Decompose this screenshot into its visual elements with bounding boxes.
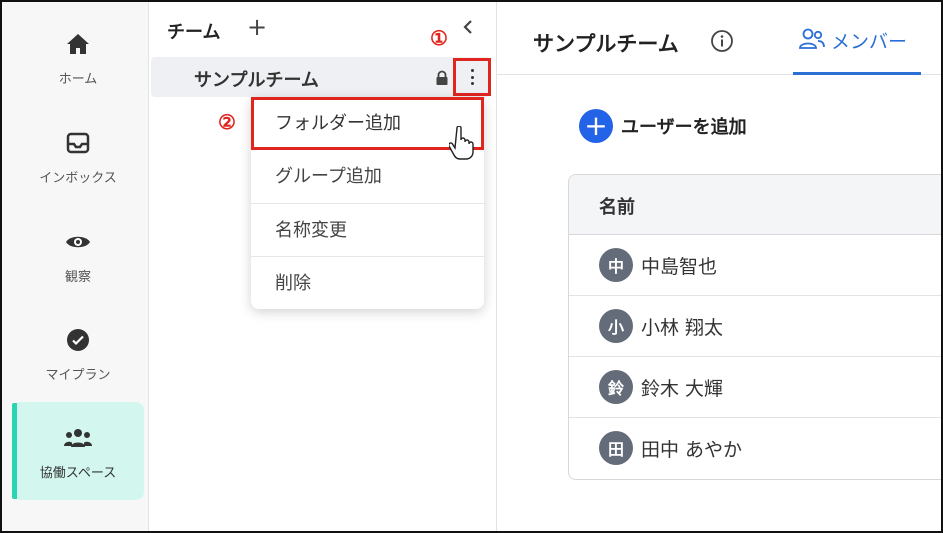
- table-row[interactable]: 田 田中 あやか: [569, 418, 941, 479]
- nav-item-label: インボックス: [39, 171, 117, 186]
- nav-item-label: ホーム: [58, 72, 98, 87]
- team-menu-button[interactable]: [453, 58, 491, 96]
- tree-item-team[interactable]: サンプルチーム: [151, 57, 491, 97]
- team-name: サンプルチーム: [194, 70, 319, 91]
- member-name: 小林 翔太: [641, 317, 724, 339]
- collapse-panel-button[interactable]: [462, 18, 476, 36]
- avatar: 中: [599, 248, 633, 282]
- main-panel: サンプルチーム メンバー + ユーザーを追加 名前 中 中島智也 小 小林 翔太: [497, 2, 941, 531]
- avatar: 田: [599, 431, 633, 465]
- hand-cursor-icon: [449, 126, 474, 160]
- app-window: ホーム インボックス 観察 マイプラン 協働スペース チーム + ① サンプルチ…: [0, 0, 943, 533]
- active-indicator: [12, 403, 17, 499]
- nav-item-observe[interactable]: 観察: [12, 206, 144, 304]
- table-row[interactable]: 鈴 鈴木 大輝: [569, 357, 941, 418]
- info-icon[interactable]: [710, 29, 734, 53]
- tab-label: メンバー: [831, 31, 908, 53]
- column-header-name: 名前: [599, 197, 635, 218]
- check-circle-icon: [64, 326, 92, 354]
- chevron-left-icon: [463, 20, 472, 34]
- users-icon: [799, 28, 825, 49]
- nav-item-label: 観察: [64, 270, 91, 285]
- nav-item-label: 協働スペース: [39, 466, 117, 481]
- add-team-button[interactable]: +: [247, 15, 267, 39]
- left-nav-rail: ホーム インボックス 観察 マイプラン 協働スペース: [2, 2, 149, 531]
- plus-circle-icon: +: [579, 109, 613, 143]
- member-name: 田中 あやか: [641, 439, 743, 461]
- nav-item-home[interactable]: ホーム: [12, 8, 144, 106]
- tab-active-underline: [793, 72, 921, 75]
- add-user-label: ユーザーを追加: [621, 117, 747, 138]
- nav-item-label: マイプラン: [45, 368, 111, 383]
- add-user-button[interactable]: + ユーザーを追加: [579, 109, 747, 143]
- home-icon: [64, 30, 92, 58]
- main-header: サンプルチーム メンバー: [497, 2, 941, 75]
- tab-members[interactable]: メンバー: [793, 2, 921, 75]
- members-table: 名前 中 中島智也 小 小林 翔太 鈴 鈴木 大輝 田 田中 あやか: [568, 174, 941, 480]
- lock-icon: [436, 70, 448, 85]
- table-header: 名前: [569, 175, 941, 235]
- table-row[interactable]: 小 小林 翔太: [569, 296, 941, 357]
- menu-item-delete[interactable]: 削除: [251, 256, 484, 309]
- eye-icon: [64, 228, 92, 256]
- avatar: 鈴: [599, 370, 633, 404]
- nav-item-myplan[interactable]: マイプラン: [12, 304, 144, 402]
- tree-header: チーム: [167, 22, 221, 43]
- nav-item-coop-space[interactable]: 協働スペース: [12, 402, 144, 500]
- inbox-icon: [64, 129, 92, 157]
- member-name: 中島智也: [641, 256, 718, 278]
- member-name: 鈴木 大輝: [641, 378, 724, 400]
- avatar: 小: [599, 309, 633, 343]
- menu-item-rename[interactable]: 名称変更: [251, 203, 484, 256]
- step-marker-2: ②: [218, 110, 236, 134]
- nav-item-inbox[interactable]: インボックス: [12, 107, 144, 205]
- table-row[interactable]: 中 中島智也: [569, 235, 941, 296]
- kebab-menu-icon: [470, 69, 474, 85]
- group-icon: [64, 424, 92, 452]
- page-title: サンプルチーム: [533, 32, 679, 56]
- step-marker-1: ①: [430, 26, 448, 50]
